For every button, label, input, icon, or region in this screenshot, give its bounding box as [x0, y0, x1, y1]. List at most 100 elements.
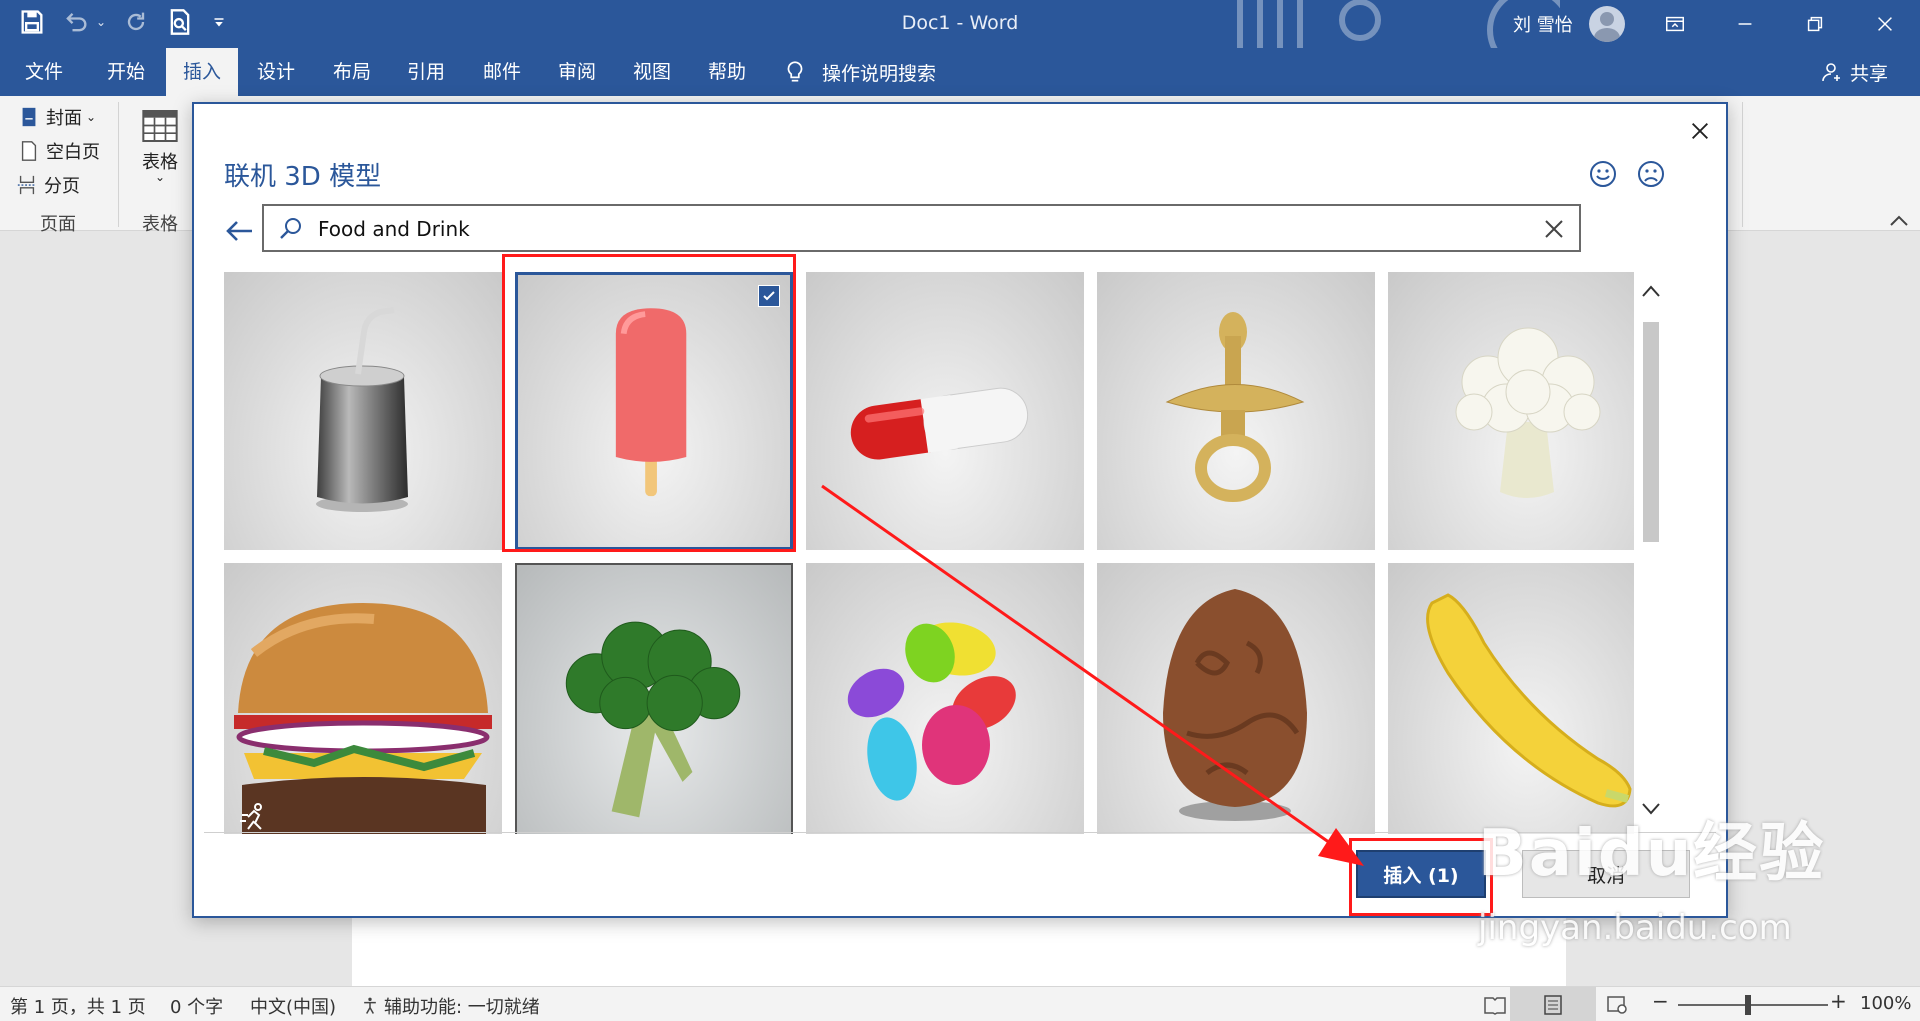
user-name[interactable]: 刘 雪怡 — [1513, 11, 1573, 37]
chocolate-egg-thumbnail — [1163, 589, 1307, 821]
blank-page-button[interactable]: 空白页 — [18, 138, 100, 164]
scrollbar-thumb[interactable] — [1643, 322, 1659, 542]
share-person-icon — [1822, 63, 1840, 82]
model-tile-banana[interactable] — [1388, 563, 1634, 834]
selected-checkbox[interactable] — [758, 285, 780, 307]
pacifier-thumbnail — [1165, 312, 1305, 502]
page-count[interactable]: 第 1 页，共 1 页 — [10, 993, 146, 1019]
status-bar: 第 1 页，共 1 页 0 个字 中文(中国) 辅助功能: 一切就绪 − + 1… — [0, 986, 1920, 1021]
dialog-title: 联机 3D 模型 — [224, 162, 382, 192]
read-mode-icon[interactable] — [1484, 995, 1506, 1015]
avatar[interactable] — [1589, 6, 1625, 42]
restore-icon — [1807, 16, 1823, 32]
collapse-ribbon-icon[interactable] — [1888, 214, 1910, 228]
group-divider — [118, 102, 119, 227]
document-title: Doc1 - Word — [901, 12, 1019, 34]
title-bar: ⌄ Doc1 - Word 刘 雪怡 — [0, 0, 1920, 48]
zoom-slider-track[interactable] — [1678, 1004, 1828, 1006]
minimize-button[interactable] — [1710, 0, 1780, 48]
insert-button[interactable]: 插入 (1) — [1356, 850, 1486, 898]
tab-references[interactable]: 引用 — [396, 48, 456, 96]
window-controls — [1640, 0, 1920, 48]
dialog-close-button[interactable] — [1683, 114, 1717, 148]
accessibility-icon — [364, 997, 376, 1014]
close-window-button[interactable] — [1850, 0, 1920, 48]
chevron-down-icon: ⌄ — [86, 110, 97, 124]
smile-feedback-icon[interactable] — [1588, 159, 1618, 189]
baidu-watermark: Baidu经验 — [1478, 817, 1826, 891]
banana-thumbnail — [1426, 593, 1632, 808]
table-icon — [142, 110, 178, 142]
model-grid — [224, 272, 1634, 834]
model-grid-scrollbar[interactable] — [1638, 272, 1664, 834]
scroll-up-icon[interactable] — [1641, 284, 1661, 298]
zoom-in-button[interactable]: + — [1830, 989, 1847, 1013]
animated-model-badge-icon — [240, 803, 262, 830]
soda-can-thumbnail — [316, 307, 408, 512]
model-tile-pill-capsule[interactable] — [806, 272, 1084, 550]
table-button[interactable]: 表格 ⌄ — [140, 106, 180, 184]
tab-review[interactable]: 审阅 — [547, 48, 607, 96]
share-label: 共享 — [1850, 62, 1889, 85]
page-break-label: 分页 — [44, 176, 80, 197]
tab-view[interactable]: 视图 — [622, 48, 682, 96]
restore-button[interactable] — [1780, 0, 1850, 48]
tab-design[interactable]: 设计 — [246, 48, 306, 96]
tab-file[interactable]: 文件 — [14, 48, 74, 96]
model-tile-pacifier[interactable] — [1097, 272, 1375, 550]
frown-feedback-icon[interactable] — [1636, 159, 1666, 189]
zoom-slider-thumb[interactable] — [1745, 995, 1751, 1015]
web-layout-icon[interactable] — [1606, 995, 1628, 1015]
print-layout-button[interactable] — [1510, 987, 1596, 1021]
cover-page-icon — [22, 107, 36, 127]
page-break-button[interactable]: 分页 — [16, 172, 80, 198]
tab-mailings[interactable]: 邮件 — [472, 48, 532, 96]
baidu-watermark-url: jingyan.baidu.com — [1478, 908, 1792, 948]
tab-home[interactable]: 开始 — [96, 48, 156, 96]
blank-page-icon — [21, 141, 37, 161]
ribbon-display-options-button[interactable] — [1640, 0, 1710, 48]
model-tile-soda-can[interactable] — [224, 272, 502, 550]
model-tile-broccoli[interactable] — [515, 563, 793, 834]
zoom-out-button[interactable]: − — [1652, 989, 1669, 1013]
tab-insert[interactable]: 插入 — [166, 48, 238, 96]
tab-layout[interactable]: 布局 — [322, 48, 382, 96]
pill-capsule-thumbnail — [850, 387, 1029, 460]
page-break-icon — [17, 175, 37, 195]
word-count[interactable]: 0 个字 — [170, 993, 223, 1019]
search-input[interactable]: Food and Drink — [318, 217, 470, 241]
model-tile-chocolate-egg[interactable] — [1097, 563, 1375, 834]
accessibility-status[interactable]: 辅助功能: 一切就绪 — [360, 993, 540, 1019]
close-icon — [1878, 17, 1892, 31]
chevron-down-icon: ⌄ — [154, 170, 166, 184]
language-indicator[interactable]: 中文(中国) — [250, 993, 336, 1019]
model-tile-cauliflower[interactable] — [1388, 272, 1634, 550]
model-tile-hamburger[interactable] — [224, 563, 502, 834]
tell-me-search[interactable]: 操作说明搜索 — [782, 48, 936, 96]
model-tile-popsicle[interactable] — [515, 272, 793, 550]
cover-page-button[interactable]: 封面 ⌄ — [18, 104, 96, 130]
ribbon-tabs: 文件 开始 插入 设计 布局 引用 邮件 审阅 视图 帮助 操作说明搜索 共享 — [0, 48, 1920, 96]
ribbon-display-icon — [1666, 16, 1684, 32]
accessibility-label: 辅助功能: 一切就绪 — [384, 997, 540, 1018]
jelly-beans-thumbnail — [847, 622, 1016, 801]
minimize-icon — [1738, 23, 1752, 25]
close-icon — [1692, 123, 1708, 139]
tell-me-label: 操作说明搜索 — [822, 62, 937, 85]
share-button[interactable]: 共享 — [1820, 48, 1888, 96]
lightbulb-icon — [787, 61, 803, 82]
cauliflower-thumbnail — [1455, 327, 1601, 498]
clear-search-icon[interactable] — [1541, 216, 1567, 242]
hamburger-thumbnail — [234, 603, 492, 834]
group-divider — [1742, 102, 1743, 227]
broccoli-thumbnail — [565, 621, 741, 818]
zoom-level[interactable]: 100% — [1860, 993, 1911, 1014]
popsicle-thumbnail — [615, 308, 687, 497]
model-tile-jelly-beans[interactable] — [806, 563, 1084, 834]
tab-help[interactable]: 帮助 — [697, 48, 757, 96]
back-arrow-icon[interactable] — [222, 214, 256, 248]
model-search-box[interactable]: Food and Drink — [262, 204, 1581, 252]
cover-page-label: 封面 — [46, 108, 82, 129]
search-icon — [280, 218, 301, 239]
print-layout-icon — [1544, 995, 1562, 1015]
